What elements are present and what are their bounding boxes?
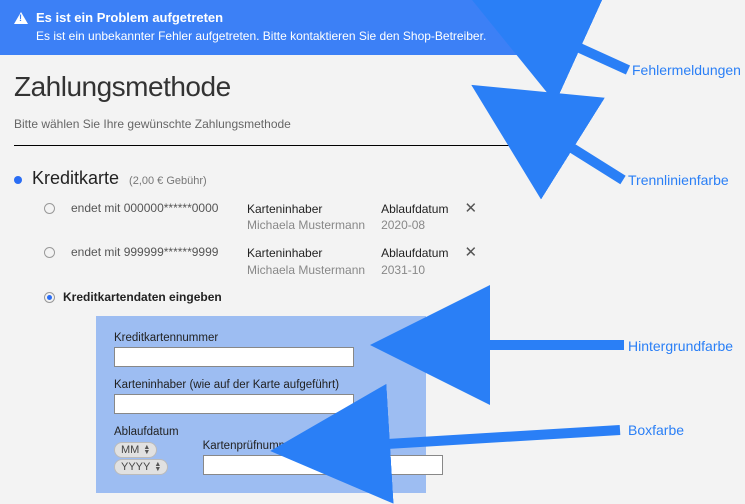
close-icon[interactable]: ✕ [464, 245, 477, 260]
payment-method-name: Kreditkarte [32, 168, 119, 189]
close-icon[interactable]: ✕ [464, 201, 477, 216]
instruction-text: Bitte wählen Sie Ihre gewünschte Zahlung… [14, 117, 544, 146]
card-number-input[interactable] [114, 347, 354, 367]
warning-icon [14, 12, 28, 24]
holder-label: Karteninhaber [247, 201, 365, 217]
expiry-form-label: Ablaufdatum [114, 426, 179, 438]
expiry-value: 2020-08 [381, 217, 448, 233]
callout-background: Hintergrundfarbe [628, 338, 733, 354]
holder-value: Michaela Mustermann [247, 217, 365, 233]
payment-method-fee: (2,00 € Gebühr) [129, 175, 207, 187]
cvv-input[interactable] [203, 455, 443, 475]
error-banner: Es ist ein Problem aufgetreten Es ist ei… [0, 0, 558, 55]
expiry-month-select[interactable]: MM ▲▼ [114, 442, 157, 458]
enter-card-label: Kreditkartendaten eingeben [63, 290, 222, 304]
expiry-value: 2031-10 [381, 262, 448, 278]
holder-value: Michaela Mustermann [247, 262, 365, 278]
payment-method-row[interactable]: Kreditkarte (2,00 € Gebühr) [14, 168, 544, 189]
stepper-icon: ▲▼ [143, 445, 150, 455]
stepper-icon: ▲▼ [154, 462, 161, 472]
expiry-year-select[interactable]: YYYY ▲▼ [114, 459, 168, 475]
callout-box: Boxfarbe [628, 422, 684, 438]
card-form-box: Kreditkartennummer Karteninhaber (wie au… [96, 316, 426, 493]
card-number-label: Kreditkartennummer [114, 332, 408, 344]
radio-icon[interactable] [44, 247, 55, 258]
card-holder-label: Karteninhaber (wie auf der Karte aufgefü… [114, 379, 408, 391]
error-message: Es ist ein unbekannter Fehler aufgetrete… [36, 29, 544, 43]
card-holder-input[interactable] [114, 394, 354, 414]
radio-icon[interactable] [44, 203, 55, 214]
error-title: Es ist ein Problem aufgetreten [36, 10, 223, 25]
card-masked: endet mit 999999******9999 [71, 245, 231, 259]
saved-card-row[interactable]: endet mit 000000******0000 Karteninhaber… [44, 201, 544, 233]
card-masked: endet mit 000000******0000 [71, 201, 231, 215]
callout-error: Fehlermeldungen [632, 62, 741, 78]
saved-card-row[interactable]: endet mit 999999******9999 Karteninhaber… [44, 245, 544, 277]
expiry-label: Ablaufdatum [381, 201, 448, 217]
cvv-label: Kartenprüfnummer [203, 440, 443, 452]
radio-selected-icon [14, 176, 22, 184]
radio-selected-icon[interactable] [44, 292, 55, 303]
page-title: Zahlungsmethode [14, 71, 544, 103]
callout-divider: Trennlinienfarbe [628, 172, 729, 188]
enter-card-row[interactable]: Kreditkartendaten eingeben [44, 290, 544, 304]
expiry-label: Ablaufdatum [381, 245, 448, 261]
holder-label: Karteninhaber [247, 245, 365, 261]
